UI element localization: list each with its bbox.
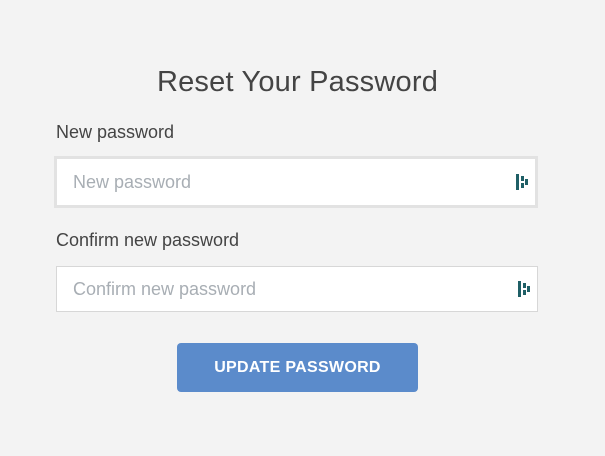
password-manager-icon[interactable] — [517, 280, 531, 298]
new-password-input[interactable] — [57, 159, 535, 205]
password-manager-icon[interactable] — [515, 173, 529, 191]
update-password-button[interactable]: UPDATE PASSWORD — [177, 343, 418, 392]
page-title: Reset Your Password — [156, 66, 439, 98]
new-password-field-wrapper — [54, 156, 538, 208]
new-password-label: New password — [56, 122, 175, 142]
confirm-password-field-wrapper — [56, 266, 538, 312]
confirm-password-label: Confirm new password — [56, 230, 240, 250]
confirm-password-input[interactable] — [57, 267, 537, 311]
